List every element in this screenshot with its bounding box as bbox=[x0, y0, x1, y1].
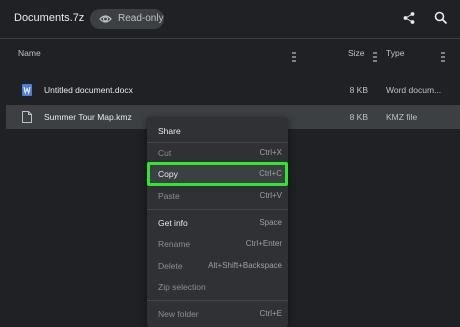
menu-item-delete[interactable]: Delete Alt+Shift+Backspace bbox=[147, 256, 288, 276]
search-icon[interactable] bbox=[434, 11, 448, 25]
read-only-badge: Read-only bbox=[90, 9, 164, 29]
file-type: KMZ file bbox=[386, 112, 418, 122]
top-divider bbox=[0, 38, 460, 39]
column-header-size[interactable]: Size bbox=[348, 48, 365, 66]
word-document-icon bbox=[22, 84, 32, 96]
menu-item-paste[interactable]: Paste Ctrl+V bbox=[147, 186, 288, 206]
menu-item-label: Paste bbox=[158, 191, 180, 201]
eye-icon bbox=[99, 15, 112, 23]
column-resize-handle[interactable] bbox=[292, 52, 296, 62]
menu-item-label: Get info bbox=[158, 218, 188, 228]
file-size: 8 KB bbox=[349, 112, 368, 122]
table-row[interactable]: Untitled document.docx 8 KB Word docum..… bbox=[6, 78, 460, 102]
context-menu: Share Cut Ctrl+X Copy Ctrl+C Paste Ctrl+… bbox=[147, 117, 288, 327]
menu-separator bbox=[147, 300, 288, 301]
copy-highlight-box bbox=[147, 162, 288, 186]
top-bar: Documents.7z Read-only bbox=[0, 0, 460, 38]
menu-item-shortcut: Ctrl+Enter bbox=[245, 239, 282, 248]
menu-item-shortcut: Ctrl+V bbox=[259, 191, 282, 200]
menu-item-cut[interactable]: Cut Ctrl+X bbox=[147, 143, 288, 163]
menu-item-label: New folder bbox=[158, 309, 199, 319]
share-icon[interactable] bbox=[402, 11, 416, 25]
read-only-label: Read-only bbox=[118, 13, 164, 24]
file-icon bbox=[22, 111, 32, 123]
menu-item-shortcut: Ctrl+E bbox=[259, 309, 282, 318]
menu-item-label: Rename bbox=[158, 239, 191, 249]
menu-item-zip-selection[interactable]: Zip selection bbox=[147, 277, 288, 297]
menu-item-shortcut: Ctrl+X bbox=[259, 148, 282, 157]
menu-item-label: Delete bbox=[158, 261, 183, 271]
column-resize-handle[interactable] bbox=[441, 52, 445, 62]
menu-item-get-info[interactable]: Get info Space bbox=[147, 213, 288, 233]
archive-title: Documents.7z bbox=[14, 12, 85, 24]
menu-item-label: Cut bbox=[158, 148, 172, 158]
file-size: 8 KB bbox=[349, 85, 368, 95]
menu-item-label: Share bbox=[158, 126, 181, 136]
file-name: Untitled document.docx bbox=[44, 85, 133, 95]
menu-item-label: Zip selection bbox=[158, 282, 206, 292]
file-type: Word docum... bbox=[386, 85, 442, 95]
file-name: Summer Tour Map.kmz bbox=[44, 112, 132, 122]
column-header-name[interactable]: Name bbox=[18, 48, 41, 66]
menu-item-shortcut: Space bbox=[259, 218, 282, 227]
menu-separator bbox=[147, 209, 288, 210]
column-resize-handle[interactable] bbox=[373, 52, 377, 62]
column-header-type[interactable]: Type bbox=[386, 48, 404, 66]
menu-item-new-folder[interactable]: New folder Ctrl+E bbox=[147, 304, 288, 324]
menu-item-shortcut: Alt+Shift+Backspace bbox=[208, 261, 282, 270]
menu-item-rename[interactable]: Rename Ctrl+Enter bbox=[147, 234, 288, 254]
menu-item-share[interactable]: Share bbox=[147, 121, 288, 141]
